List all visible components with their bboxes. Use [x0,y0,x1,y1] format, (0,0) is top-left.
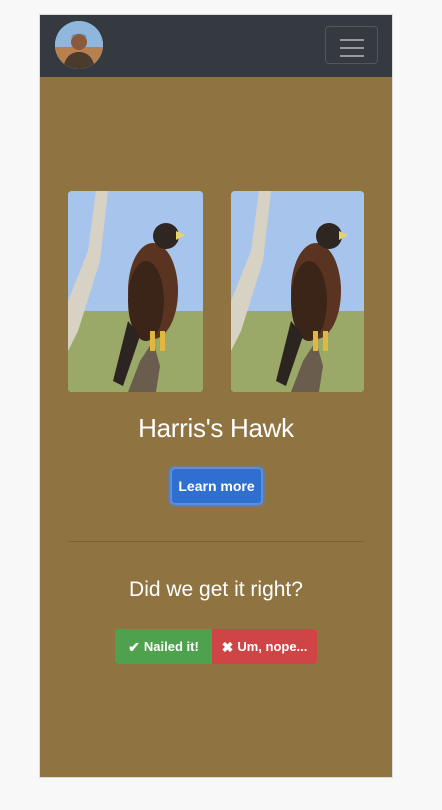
close-icon: ✖ [221,638,234,655]
feedback-question: Did we get it right? [129,578,303,601]
divider [68,541,364,542]
app-frame: Harris's Hawk Learn more Did we get it r… [39,14,393,778]
feedback-button-group: ✔ Nailed it! ✖ Um, nope... [115,629,317,664]
um-nope-label: Um, nope... [237,639,308,654]
hamburger-menu-icon [339,39,364,57]
bird-name-heading: Harris's Hawk [138,413,294,443]
reference-bird-photo [231,191,364,392]
user-avatar-icon[interactable] [55,21,103,69]
nailed-it-button[interactable]: ✔ Nailed it! [115,629,212,664]
nailed-it-label: Nailed it! [143,639,199,654]
um-nope-button[interactable]: ✖ Um, nope... [212,629,317,664]
uploaded-bird-photo [68,191,203,392]
learn-more-button[interactable]: Learn more [170,467,263,505]
navbar [40,15,392,77]
checkmark-icon: ✔ [128,638,140,655]
menu-toggle-button[interactable] [325,26,378,64]
